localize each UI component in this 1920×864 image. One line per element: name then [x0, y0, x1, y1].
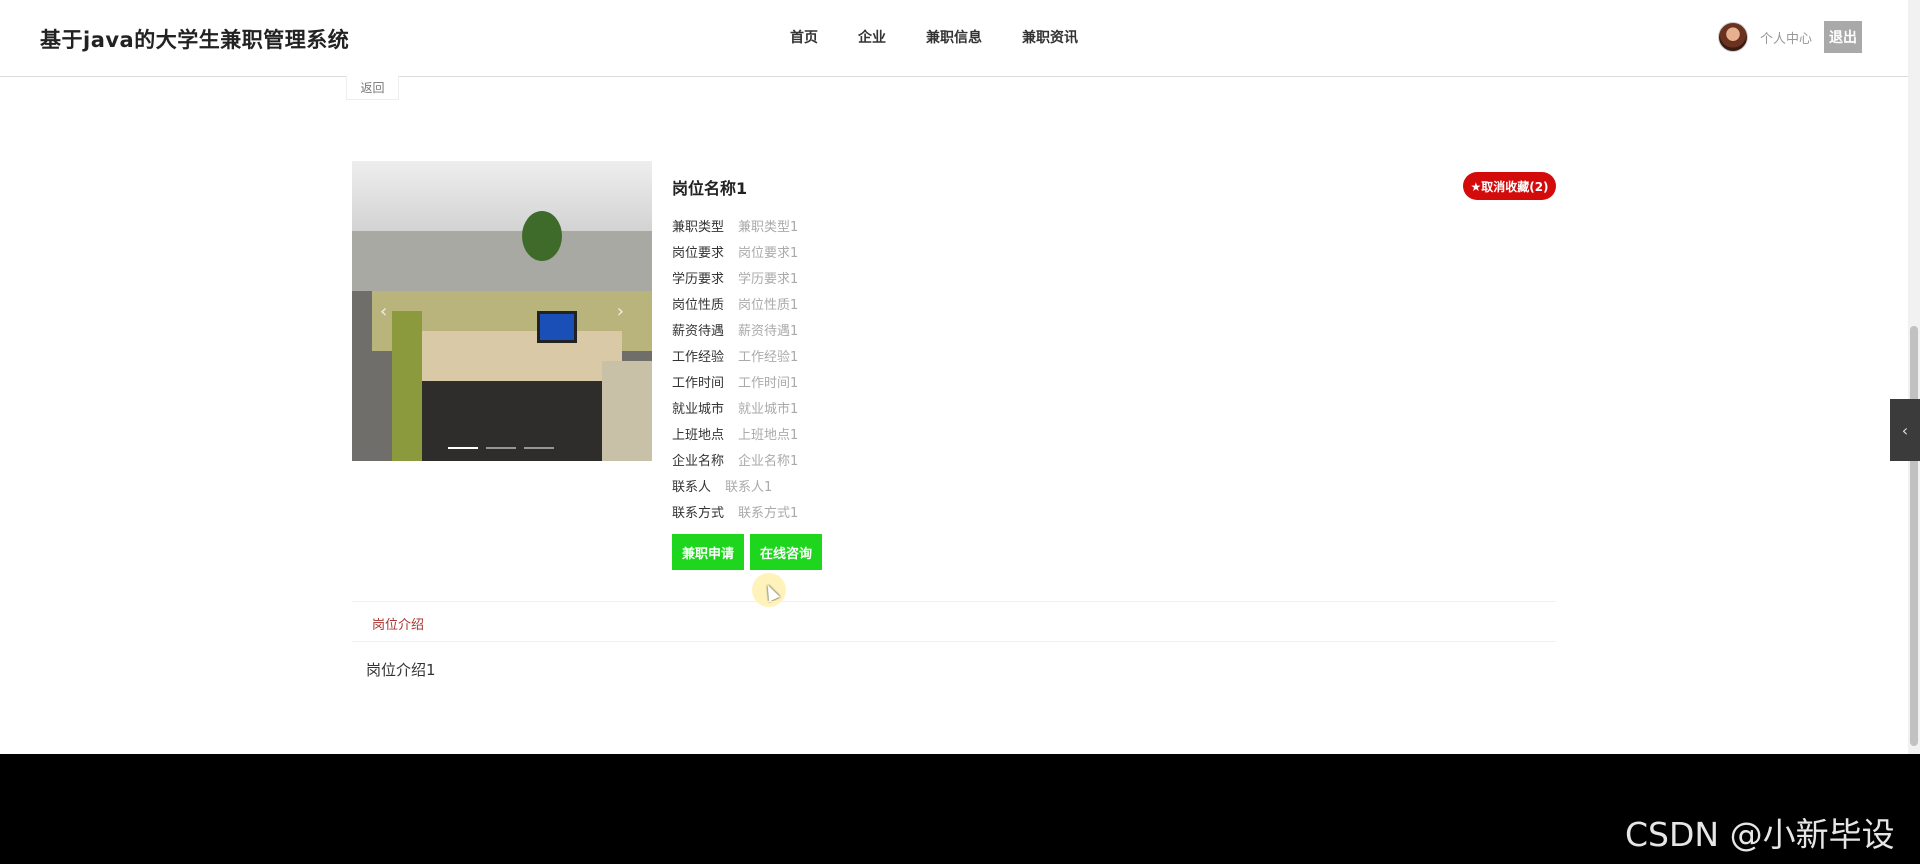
detail-label: 上班地点	[672, 427, 725, 443]
office-photo-monitor	[537, 311, 577, 343]
carousel-next-icon[interactable]: ›	[617, 301, 624, 322]
back-button[interactable]: 返回	[346, 76, 399, 100]
detail-value: 薪资待遇1	[738, 323, 799, 339]
office-photo-partition	[392, 311, 422, 461]
apply-job-button[interactable]: 兼职申请	[672, 534, 745, 570]
detail-label: 工作时间	[672, 375, 725, 391]
detail-value: 上班地点1	[738, 427, 799, 443]
detail-value: 岗位性质1	[738, 297, 799, 313]
detail-label: 薪资待遇	[672, 323, 725, 339]
detail-row: 薪资待遇 薪资待遇1	[672, 316, 798, 342]
nav-item-home[interactable]: 首页	[790, 27, 818, 47]
carousel-prev-icon[interactable]: ‹	[380, 301, 387, 322]
detail-label: 企业名称	[672, 453, 725, 469]
detail-row: 就业城市 就业城市1	[672, 394, 798, 420]
side-panel-toggle-icon[interactable]: ‹	[1890, 399, 1920, 461]
office-photo-cabinet	[602, 361, 652, 461]
nav-item-job-info[interactable]: 兼职信息	[926, 27, 982, 47]
carousel-dot[interactable]	[524, 447, 554, 449]
detail-value: 岗位要求1	[738, 245, 799, 261]
page-scrollbar[interactable]	[1908, 0, 1920, 754]
detail-label: 联系人	[672, 479, 712, 495]
detail-row: 企业名称 企业名称1	[672, 446, 798, 472]
job-details-list: 兼职类型 兼职类型1 岗位要求 岗位要求1 学历要求 学历要求1 岗位性质 岗位性质1 …	[672, 212, 798, 524]
job-intro-content: 岗位介绍1	[366, 661, 436, 679]
office-photo-plant	[522, 211, 562, 261]
detail-row: 上班地点 上班地点1	[672, 420, 798, 446]
detail-label: 学历要求	[672, 271, 725, 287]
job-title: 岗位名称1	[672, 179, 748, 198]
top-navigation-bar: 基于java的大学生兼职管理系统 首页 企业 兼职信息 兼职资讯 个人中心 退出	[0, 0, 1908, 77]
detail-row: 兼职类型 兼职类型1	[672, 212, 798, 238]
job-actions: 兼职申请 在线咨询	[672, 534, 828, 570]
detail-label: 兼职类型	[672, 219, 725, 235]
avatar[interactable]	[1718, 22, 1748, 52]
detail-value: 联系人1	[725, 479, 773, 495]
scrollbar-thumb[interactable]	[1910, 326, 1918, 746]
detail-value: 兼职类型1	[738, 219, 799, 235]
tab-job-intro[interactable]: 岗位介绍	[372, 614, 424, 633]
watermark-text: CSDN @小新毕设	[1625, 815, 1895, 854]
detail-row: 工作时间 工作时间1	[672, 368, 798, 394]
office-photo-desk	[422, 331, 622, 381]
page: 基于java的大学生兼职管理系统 首页 企业 兼职信息 兼职资讯 个人中心 退出…	[0, 0, 1920, 864]
detail-value: 联系方式1	[738, 505, 799, 521]
detail-value: 企业名称1	[738, 453, 799, 469]
detail-value: 工作经验1	[738, 349, 799, 365]
unfavorite-button[interactable]: ★取消收藏(2)	[1463, 172, 1556, 200]
online-consult-button[interactable]: 在线咨询	[750, 534, 823, 570]
detail-row: 联系方式 联系方式1	[672, 498, 798, 524]
main-nav: 首页 企业 兼职信息 兼职资讯	[790, 27, 1118, 47]
office-photo-floor	[422, 381, 602, 461]
detail-label: 就业城市	[672, 401, 725, 417]
detail-row: 岗位要求 岗位要求1	[672, 238, 798, 264]
job-image-carousel[interactable]: ‹ ›	[352, 161, 652, 461]
detail-row: 工作经验 工作经验1	[672, 342, 798, 368]
logout-button[interactable]: 退出	[1824, 21, 1863, 53]
office-photo-wall	[352, 231, 652, 291]
detail-tab-bar: 岗位介绍	[352, 601, 1556, 642]
detail-label: 岗位性质	[672, 297, 725, 313]
detail-row: 学历要求 学历要求1	[672, 264, 798, 290]
detail-value: 学历要求1	[738, 271, 799, 287]
detail-label: 岗位要求	[672, 245, 725, 261]
nav-item-job-news[interactable]: 兼职资讯	[1022, 27, 1078, 47]
carousel-dot[interactable]	[486, 447, 516, 449]
nav-item-enterprise[interactable]: 企业	[858, 27, 886, 47]
user-center-link[interactable]: 个人中心	[1760, 28, 1812, 47]
detail-row: 联系人 联系人1	[672, 472, 798, 498]
carousel-dot[interactable]	[448, 447, 478, 449]
detail-label: 工作经验	[672, 349, 725, 365]
detail-value: 工作时间1	[738, 375, 799, 391]
detail-row: 岗位性质 岗位性质1	[672, 290, 798, 316]
office-photo-ceiling	[352, 161, 652, 241]
detail-value: 就业城市1	[738, 401, 799, 417]
app-title: 基于java的大学生兼职管理系统	[40, 28, 350, 52]
carousel-indicators	[448, 447, 562, 449]
user-area: 个人中心 退出	[1718, 21, 1863, 53]
detail-label: 联系方式	[672, 505, 725, 521]
